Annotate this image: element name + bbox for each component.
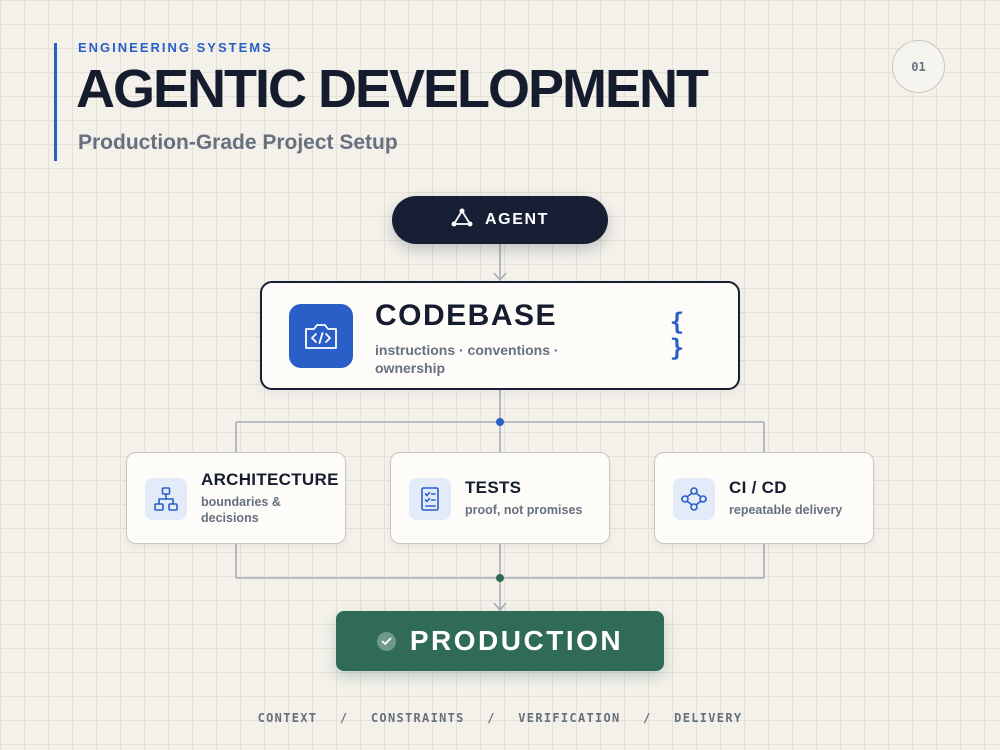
architecture-description: boundaries & decisions bbox=[201, 495, 281, 525]
pipeline-icon bbox=[673, 478, 715, 520]
footer-item-constraints: CONSTRAINTS bbox=[370, 711, 465, 725]
branch-junction-dot bbox=[496, 418, 504, 426]
production-node[interactable]: PRODUCTION bbox=[336, 611, 664, 671]
tests-card[interactable]: TESTS proof, not promises bbox=[390, 452, 610, 544]
footer-separator: / bbox=[643, 711, 652, 725]
cicd-card[interactable]: CI / CD repeatable delivery bbox=[654, 452, 874, 544]
curly-braces-icon: { } bbox=[662, 309, 692, 361]
architecture-card[interactable]: ARCHITECTURE boundaries & decisions bbox=[126, 452, 346, 544]
production-label: PRODUCTION bbox=[409, 625, 624, 656]
brace-close: } bbox=[669, 334, 685, 362]
footer-separator: / bbox=[487, 711, 496, 725]
footer-separator: / bbox=[339, 711, 349, 725]
agent-label: AGENT bbox=[485, 211, 549, 228]
codebase-title: CODEBASE bbox=[375, 299, 558, 332]
footer-item-delivery: DELIVERY bbox=[674, 711, 743, 725]
footer-item-verification: VERIFICATION bbox=[518, 711, 621, 725]
checklist-icon bbox=[409, 478, 451, 520]
triangle-nodes-icon bbox=[451, 208, 473, 233]
tests-title: TESTS bbox=[465, 478, 522, 497]
brace-open: { bbox=[669, 308, 685, 336]
merge-junction-dot bbox=[496, 574, 504, 582]
cicd-description: repeatable delivery bbox=[729, 503, 843, 517]
footer-item-context: CONTEXT bbox=[257, 711, 318, 725]
code-folder-icon bbox=[289, 304, 353, 368]
footer-steps: CONTEXT / CONSTRAINTS / VERIFICATION / D… bbox=[0, 711, 1000, 725]
codebase-description: instructions · conventions · ownership bbox=[375, 342, 559, 376]
tests-description: proof, not promises bbox=[465, 503, 583, 517]
cicd-title: CI / CD bbox=[729, 478, 787, 497]
codebase-node[interactable]: CODEBASE instructions · conventions · ow… bbox=[260, 281, 740, 390]
check-circle-icon bbox=[376, 631, 396, 651]
agent-node[interactable]: AGENT bbox=[392, 196, 608, 244]
hierarchy-icon bbox=[145, 478, 187, 520]
architecture-title: ARCHITECTURE bbox=[201, 470, 339, 489]
